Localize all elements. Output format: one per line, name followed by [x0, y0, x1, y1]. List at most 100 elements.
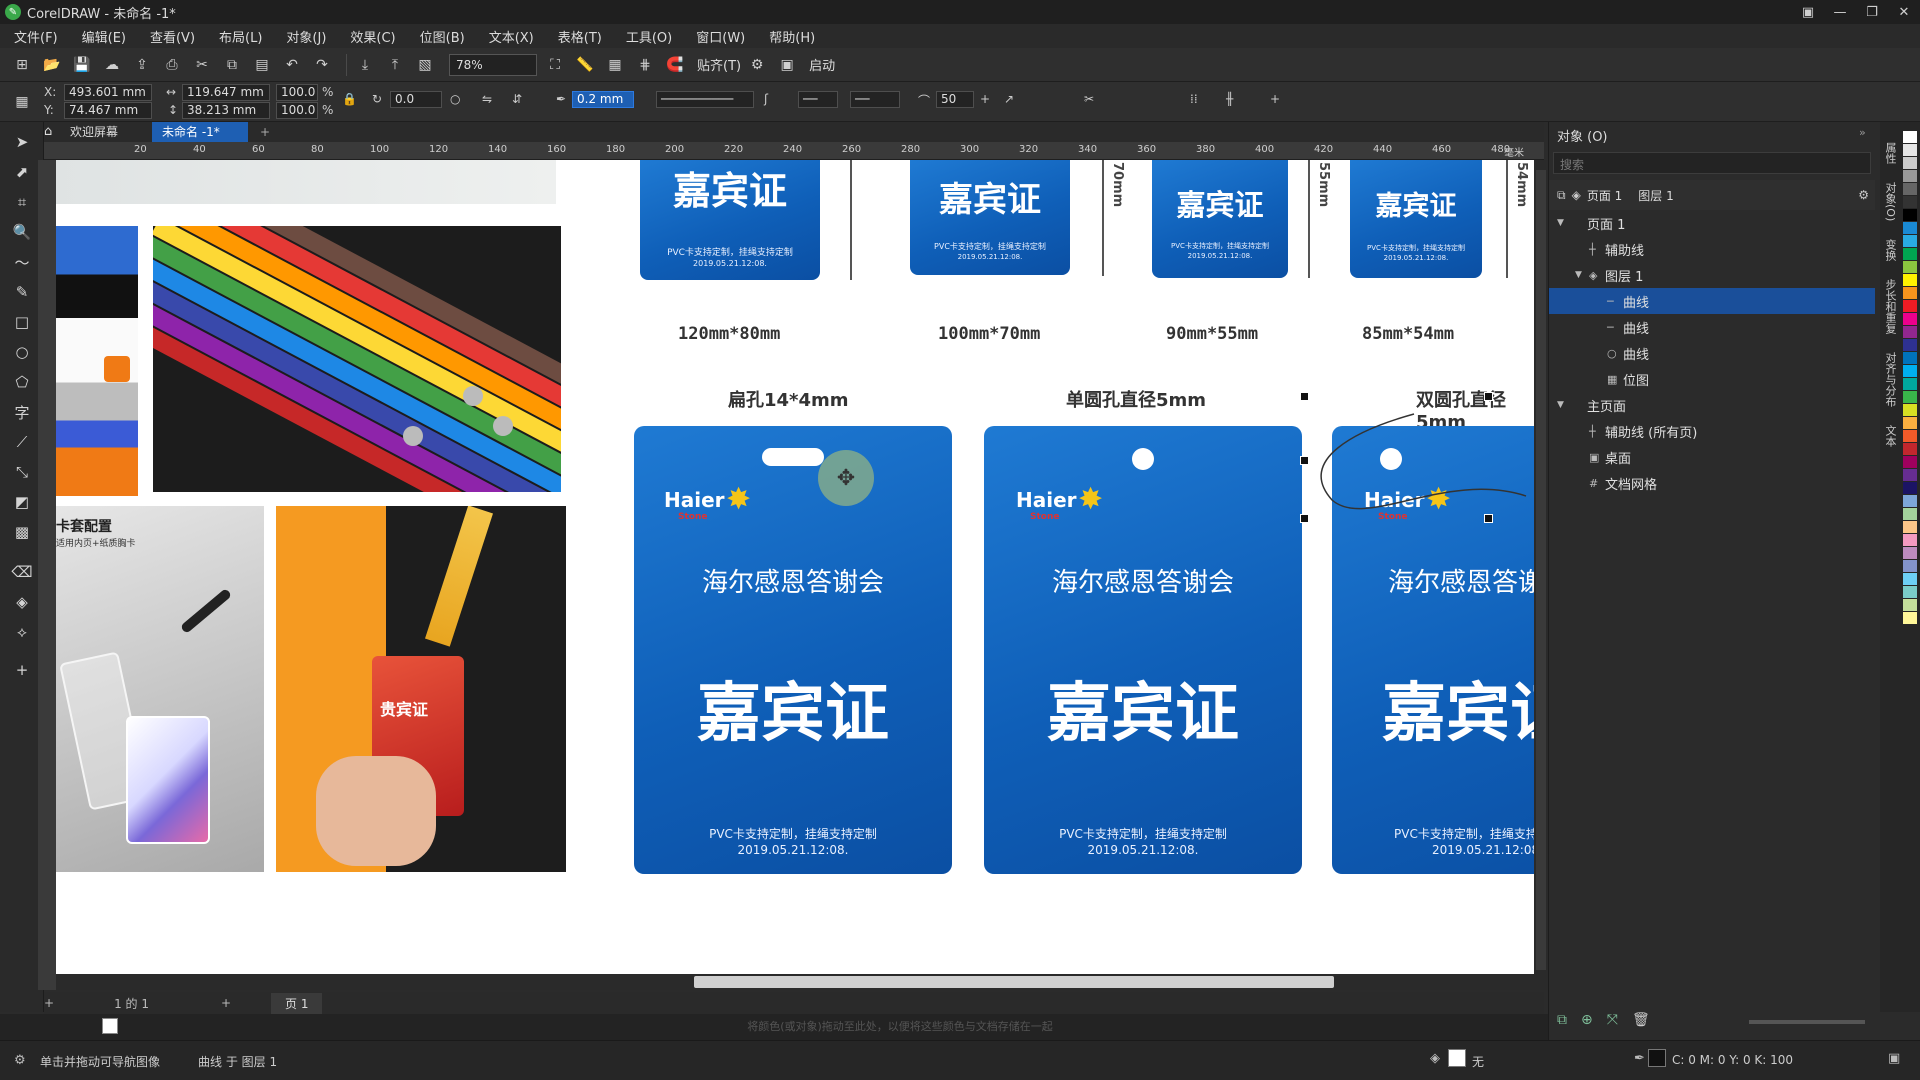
scale-y-field[interactable]: 100.0	[276, 102, 318, 119]
docker-tab[interactable]: 属性	[1882, 142, 1898, 164]
expander-icon[interactable]: ▼	[1557, 218, 1571, 228]
size-card-3[interactable]: 嘉宾证 PVC卡支持定制，挂绳支持定制 2019.05.21.12:08.	[1152, 160, 1288, 278]
tree-item[interactable]: ○ 曲线	[1549, 340, 1875, 366]
width-field[interactable]: 119.647 mm	[182, 84, 270, 101]
menu-item[interactable]: 编辑(E)	[82, 27, 126, 46]
docker-tab[interactable]: 对齐与分布	[1882, 352, 1898, 407]
card-holder-photo[interactable]: 卡套配置 适用内页+纸质胸卡	[56, 506, 264, 872]
tree-item[interactable]: ┼ 辅助线 (所有页)	[1549, 418, 1875, 444]
menu-item[interactable]: 文件(F)	[14, 27, 58, 46]
tree-item[interactable]: ─ 曲线	[1549, 314, 1875, 340]
panel-options-gear-icon[interactable]: ⚙	[1858, 188, 1869, 202]
grid-snap-icon[interactable]: ⁞⁞	[1190, 92, 1198, 106]
tree-item[interactable]: ┼ 辅助线	[1549, 236, 1875, 262]
palette-swatch[interactable]	[1903, 248, 1917, 260]
new-layer-icon[interactable]: ⧉	[1557, 1012, 1567, 1028]
palette-swatch[interactable]	[1903, 144, 1917, 156]
artistic-media-icon[interactable]: ✎	[10, 280, 34, 304]
palette-swatch[interactable]	[1903, 573, 1917, 585]
height-field[interactable]: 38.213 mm	[182, 102, 270, 119]
selection-handle[interactable]	[1300, 392, 1309, 401]
cloud-download-icon[interactable]: ☁	[100, 53, 124, 77]
guest-card-flat-hole[interactable]: Haier Stone ✸ 海尔感恩答谢会 嘉宾证 PVC卡支持定制，挂绳支持定制…	[634, 426, 952, 874]
tab-welcome[interactable]: 欢迎屏幕	[60, 122, 129, 142]
add-tool-icon[interactable]: +	[10, 658, 34, 682]
new-document-icon[interactable]: ⊞	[10, 53, 34, 77]
new-master-layer-icon[interactable]: ⊕	[1581, 1012, 1593, 1028]
transparency-tool-icon[interactable]: ▩	[10, 520, 34, 544]
guest-card-single-hole[interactable]: Haier Stone ✸ 海尔感恩答谢会 嘉宾证 PVC卡支持定制，挂绳支持定制…	[984, 426, 1302, 874]
guidelines-icon[interactable]: ⋕	[633, 53, 657, 77]
palette-swatch[interactable]	[1903, 456, 1917, 468]
import-icon[interactable]: ⤓	[353, 53, 377, 77]
palette-swatch[interactable]	[1903, 274, 1917, 286]
palette-swatch[interactable]	[1903, 430, 1917, 442]
palette-swatch[interactable]	[1903, 521, 1917, 533]
menu-item[interactable]: 表格(T)	[558, 27, 602, 46]
palette-swatch[interactable]	[1903, 482, 1917, 494]
outline-swatch[interactable]	[1648, 1049, 1666, 1067]
add-page-before-button[interactable]: +	[44, 996, 54, 1010]
settings-gear-icon[interactable]: ⚙	[14, 1053, 26, 1068]
add-tab-button[interactable]: +	[250, 122, 280, 142]
menu-item[interactable]: 查看(V)	[150, 27, 195, 46]
horizontal-scrollbar[interactable]	[56, 974, 1534, 990]
open-icon[interactable]: 📂	[40, 53, 64, 77]
zoom-level-select[interactable]: 78%	[449, 53, 537, 76]
palette-swatch[interactable]	[1903, 287, 1917, 299]
palette-swatch[interactable]	[1903, 352, 1917, 364]
palette-swatch[interactable]	[1903, 170, 1917, 182]
snap-to-dropdown[interactable]: 贴齐(T)	[697, 55, 741, 74]
size-card-2[interactable]: 嘉宾证 PVC卡支持定制，挂绳支持定制 2019.05.21.12:08.	[910, 160, 1070, 275]
palette-swatch[interactable]	[1903, 443, 1917, 455]
size-card-1[interactable]: 嘉宾证 PVC卡支持定制，挂绳支持定制 2019.05.21.12:08.	[640, 160, 820, 280]
search-input[interactable]: 搜索	[1553, 152, 1871, 174]
palette-swatch[interactable]	[1903, 222, 1917, 234]
palette-swatch[interactable]	[1903, 495, 1917, 507]
delete-icon[interactable]: 🗑	[1632, 1012, 1650, 1028]
menu-item[interactable]: 效果(C)	[350, 27, 395, 46]
close-button[interactable]: ✕	[1888, 0, 1920, 24]
drawing-canvas[interactable]: 卡套配置 适用内页+纸质胸卡 贵宾证 嘉宾证 PVC卡支持定制，挂绳支持定制 2…	[56, 160, 1534, 990]
palette-swatch[interactable]	[1903, 378, 1917, 390]
badge-photo[interactable]: 贵宾证	[276, 506, 566, 872]
fill-swatch[interactable]	[1448, 1049, 1466, 1067]
palette-swatch[interactable]	[1903, 196, 1917, 208]
interactive-fill-icon[interactable]: ◈	[10, 590, 34, 614]
connector-tool-icon[interactable]: ⤡	[10, 460, 34, 484]
menu-item[interactable]: 文本(X)	[489, 27, 534, 46]
panel-zoom-slider[interactable]	[1749, 1020, 1865, 1024]
trim-icon[interactable]: ✂	[1084, 92, 1094, 106]
palette-swatch[interactable]	[1903, 547, 1917, 559]
copy-icon[interactable]: ⧉	[220, 53, 244, 77]
end-arrow-select[interactable]: ──	[850, 91, 900, 108]
lock-ratio-icon[interactable]: 🔒	[342, 92, 357, 106]
tree-item[interactable]: # 文档网格	[1549, 470, 1875, 496]
tab-document[interactable]: 未命名 -1*	[152, 122, 248, 142]
palette-swatch[interactable]	[1903, 612, 1917, 624]
wrap-icon[interactable]: ʃ	[764, 92, 768, 106]
pdf-icon[interactable]: ▧	[413, 53, 437, 77]
selection-handle[interactable]	[1484, 392, 1493, 401]
selection-handle[interactable]	[1300, 456, 1309, 465]
color-proof-icon[interactable]: ▣	[1888, 1051, 1900, 1066]
palette-swatch[interactable]	[1903, 391, 1917, 403]
settings-gear-icon[interactable]: ⚙	[745, 53, 769, 77]
eyedropper-tool-icon[interactable]: ⌫	[10, 560, 34, 584]
parallel-dimension-icon[interactable]: ⟋	[10, 430, 34, 454]
launch-icon[interactable]: ▣	[775, 53, 799, 77]
rulers-icon[interactable]: 📏	[573, 53, 597, 77]
expander-icon[interactable]: ▼	[1557, 400, 1571, 410]
docker-tab[interactable]: 对象(O)	[1882, 182, 1898, 221]
rectangle-tool-icon[interactable]: □	[10, 310, 34, 334]
palette-swatch[interactable]	[1903, 261, 1917, 273]
palette-swatch[interactable]	[1903, 404, 1917, 416]
add-icon[interactable]: +	[1270, 92, 1280, 106]
palette-swatch[interactable]	[1903, 300, 1917, 312]
print-icon[interactable]: ⎙	[160, 53, 184, 77]
horizontal-ruler[interactable]: 20 40 60 80 100 120 140 160 180 200 220 240 260 280 30…	[44, 142, 1544, 160]
scale-x-field[interactable]: 100.0	[276, 84, 318, 101]
palette-swatch[interactable]	[1903, 209, 1917, 221]
mirror-horizontal-icon[interactable]: ⇋	[482, 92, 492, 106]
vertical-scroll-track[interactable]	[1536, 170, 1546, 970]
